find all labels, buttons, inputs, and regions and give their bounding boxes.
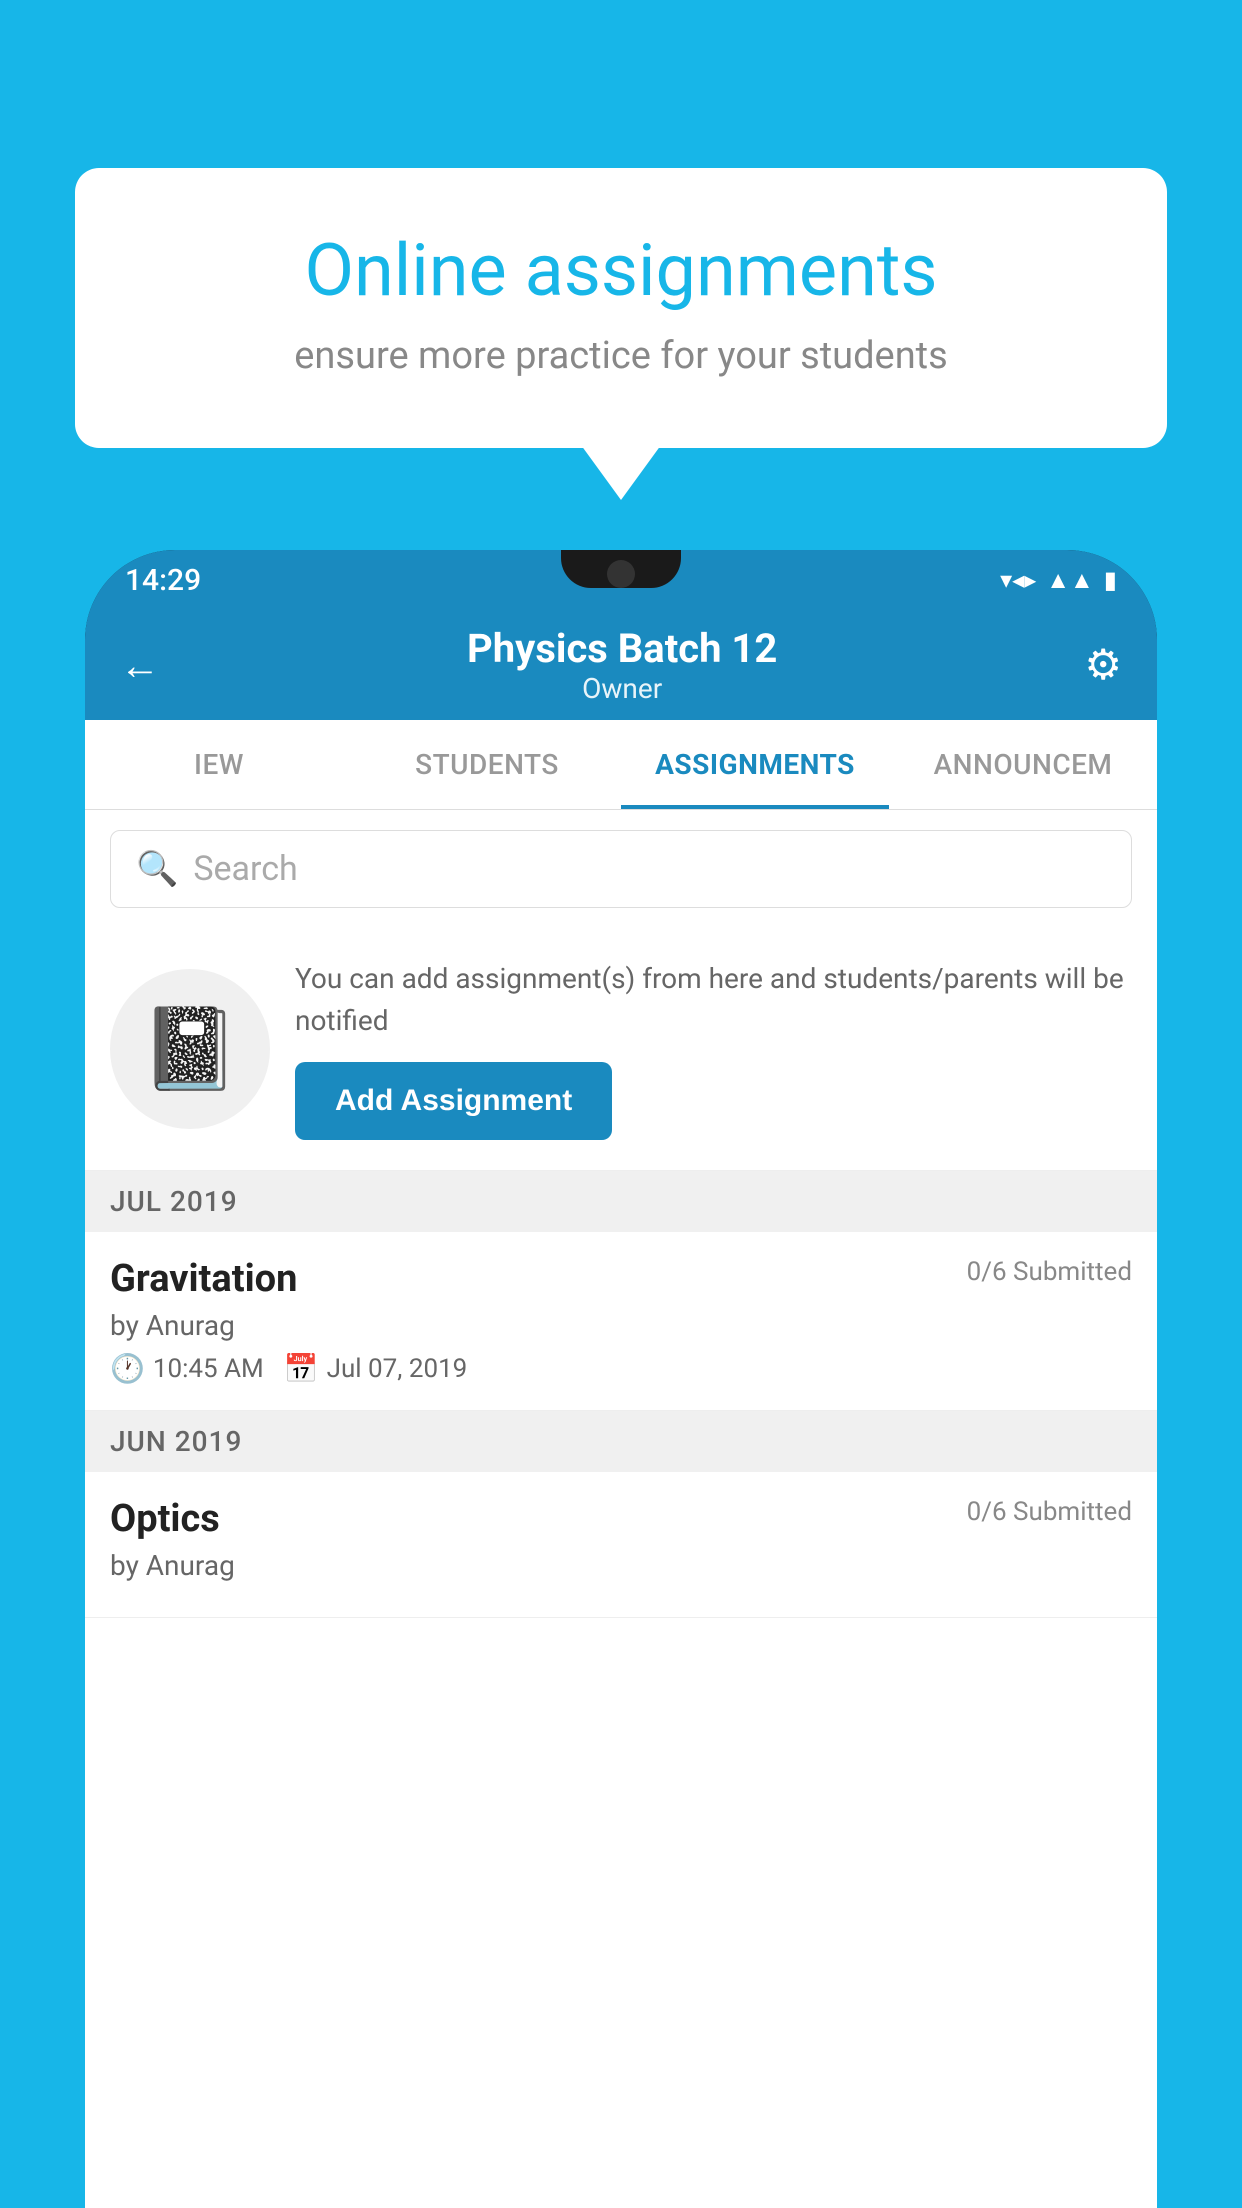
speech-bubble-subtitle: ensure more practice for your students <box>145 334 1097 378</box>
section-header-jun: JUN 2019 <box>85 1411 1157 1472</box>
assignment-submitted-optics: 0/6 Submitted <box>967 1497 1132 1527</box>
calendar-icon: 📅 <box>284 1352 319 1385</box>
tab-announcements[interactable]: ANNOUNCEM <box>889 720 1157 809</box>
assignment-top-row-optics: Optics 0/6 Submitted <box>110 1497 1132 1541</box>
notebook-icon: 📓 <box>140 1002 240 1096</box>
assignment-time-value: 10:45 AM <box>153 1354 264 1384</box>
promo-section: 📓 You can add assignment(s) from here an… <box>85 928 1157 1171</box>
search-placeholder-text: Search <box>193 849 297 889</box>
assignment-date: 📅 Jul 07, 2019 <box>284 1352 468 1385</box>
speech-bubble-title: Online assignments <box>145 228 1097 314</box>
search-bar[interactable]: 🔍 Search <box>110 830 1132 908</box>
settings-button[interactable]: ⚙ <box>1084 640 1122 690</box>
promo-right: You can add assignment(s) from here and … <box>295 958 1132 1140</box>
assignment-meta: 🕐 10:45 AM 📅 Jul 07, 2019 <box>110 1352 1132 1385</box>
tab-assignments[interactable]: ASSIGNMENTS <box>621 720 889 809</box>
speech-bubble: Online assignments ensure more practice … <box>75 168 1167 448</box>
search-container: 🔍 Search <box>85 810 1157 928</box>
clock-icon: 🕐 <box>110 1352 145 1385</box>
back-button[interactable]: ← <box>120 642 160 689</box>
header-center: Physics Batch 12 Owner <box>467 625 777 705</box>
status-time: 14:29 <box>125 563 201 598</box>
promo-text: You can add assignment(s) from here and … <box>295 958 1132 1042</box>
promo-icon-circle: 📓 <box>110 969 270 1129</box>
assignment-top-row: Gravitation 0/6 Submitted <box>110 1257 1132 1301</box>
tab-iew[interactable]: IEW <box>85 720 353 809</box>
add-assignment-button[interactable]: Add Assignment <box>295 1062 612 1140</box>
assignment-time: 🕐 10:45 AM <box>110 1352 264 1385</box>
assignment-date-value: Jul 07, 2019 <box>327 1354 468 1384</box>
phone-frame: 14:29 ▾◂▸ ▲▲ ▮ ← Physics Batch 12 Owner … <box>85 550 1157 2208</box>
assignment-submitted: 0/6 Submitted <box>967 1257 1132 1287</box>
header-title: Physics Batch 12 <box>467 625 777 672</box>
tab-students[interactable]: STUDENTS <box>353 720 621 809</box>
signal-icon: ▲▲ <box>1046 566 1094 595</box>
tabs-bar: IEW STUDENTS ASSIGNMENTS ANNOUNCEM <box>85 720 1157 810</box>
battery-icon: ▮ <box>1104 566 1117 594</box>
app-header: ← Physics Batch 12 Owner ⚙ <box>85 610 1157 720</box>
assignment-author: by Anurag <box>110 1309 1132 1342</box>
screen-content: IEW STUDENTS ASSIGNMENTS ANNOUNCEM 🔍 Sea… <box>85 720 1157 2208</box>
phone-camera <box>607 560 635 588</box>
section-header-jul: JUL 2019 <box>85 1171 1157 1232</box>
speech-bubble-container: Online assignments ensure more practice … <box>75 168 1167 448</box>
status-icons: ▾◂▸ ▲▲ ▮ <box>1000 566 1117 595</box>
assignment-name-optics: Optics <box>110 1497 220 1541</box>
assignment-author-optics: by Anurag <box>110 1549 1132 1582</box>
header-subtitle: Owner <box>467 672 777 705</box>
assignment-item-gravitation[interactable]: Gravitation 0/6 Submitted by Anurag 🕐 10… <box>85 1232 1157 1411</box>
wifi-icon: ▾◂▸ <box>1000 566 1036 594</box>
assignment-name: Gravitation <box>110 1257 297 1301</box>
assignment-item-optics[interactable]: Optics 0/6 Submitted by Anurag <box>85 1472 1157 1618</box>
search-icon: 🔍 <box>136 849 178 889</box>
